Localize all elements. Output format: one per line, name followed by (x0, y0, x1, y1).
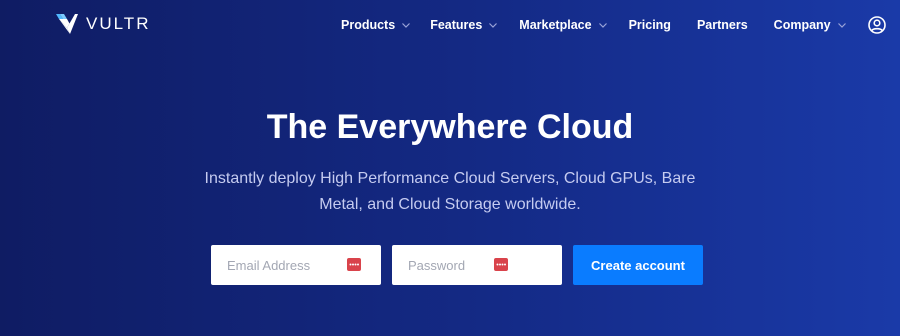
password-input[interactable] (392, 245, 562, 285)
chevron-down-icon (837, 22, 846, 28)
chevron-down-icon (402, 22, 411, 28)
nav-features-label: Features (430, 18, 483, 32)
password-manager-icon[interactable] (347, 258, 361, 271)
hero-title: The Everywhere Cloud (266, 108, 634, 146)
nav-marketplace-label: Marketplace (519, 18, 592, 32)
nav-company[interactable]: Company (774, 18, 846, 32)
email-field-wrapper (211, 245, 381, 285)
main-nav: Products Features Marketplace Pricing Pa… (341, 15, 886, 35)
nav-pricing[interactable]: Pricing (629, 18, 671, 32)
nav-partners[interactable]: Partners (697, 18, 748, 32)
chevron-down-icon (489, 22, 498, 28)
page: VULTR Products Features Marketplace Pric… (0, 0, 900, 336)
vultr-v-logo-icon (56, 14, 78, 34)
hero-subtitle: Instantly deploy High Performance Cloud … (204, 170, 696, 213)
nav-company-label: Company (773, 18, 831, 32)
user-circle-icon[interactable] (867, 16, 886, 34)
nav-marketplace[interactable]: Marketplace (519, 18, 607, 32)
signup-form: Create account (211, 245, 703, 285)
site-header: VULTR Products Features Marketplace Pric… (0, 0, 900, 50)
nav-pricing-label: Pricing (628, 18, 671, 32)
nav-products-label: Products (341, 18, 396, 32)
nav-features[interactable]: Features (430, 18, 498, 32)
chevron-down-icon (598, 22, 607, 28)
logo-wordmark: VULTR (86, 14, 151, 33)
create-account-button[interactable]: Create account (573, 245, 703, 285)
nav-products[interactable]: Products (341, 18, 411, 32)
nav-partners-label: Partners (696, 18, 748, 32)
password-manager-icon[interactable] (494, 258, 508, 271)
password-field-wrapper (392, 245, 562, 285)
vultr-logo[interactable]: VULTR (56, 12, 150, 36)
